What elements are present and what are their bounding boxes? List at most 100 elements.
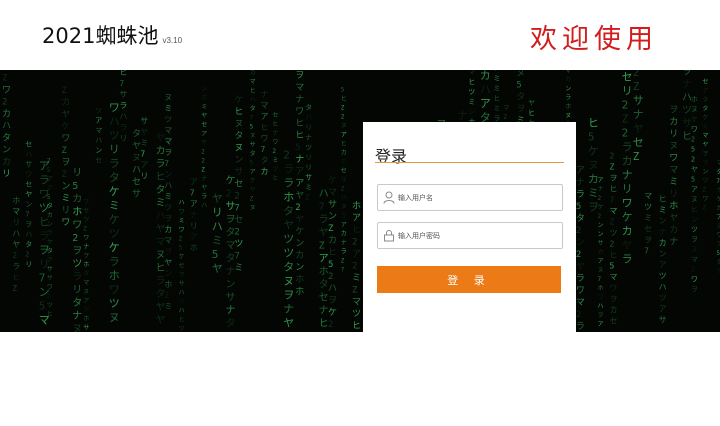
svg-text:5: 5 bbox=[341, 87, 345, 94]
svg-text:ワ: ワ bbox=[2, 86, 11, 96]
svg-text:ホ: ホ bbox=[669, 201, 678, 212]
svg-text:ヌ: ヌ bbox=[72, 324, 82, 332]
svg-text:タ: タ bbox=[702, 104, 708, 112]
svg-text:2: 2 bbox=[633, 70, 640, 79]
svg-text:ア: ア bbox=[95, 116, 102, 124]
svg-text:ワ: ワ bbox=[669, 154, 678, 164]
svg-text:リ: リ bbox=[109, 143, 120, 156]
svg-text:ナ: ナ bbox=[190, 211, 198, 220]
svg-text:マ: マ bbox=[12, 207, 20, 216]
svg-text:ミ: ミ bbox=[669, 178, 678, 188]
svg-text:ヌ: ヌ bbox=[341, 123, 347, 130]
svg-text:ラ: ラ bbox=[283, 162, 294, 175]
svg-text:ケ: ケ bbox=[702, 114, 708, 121]
svg-text:サ: サ bbox=[633, 94, 644, 107]
svg-text:2: 2 bbox=[164, 291, 169, 300]
svg-text:5: 5 bbox=[716, 250, 720, 257]
matrix-banner: ヌZワ2カハタンカリホマリハヤ2ラヒZセハサワセヤン7ヲハタ2リアラワツヒラヲリ… bbox=[0, 70, 720, 332]
svg-text:マ: マ bbox=[164, 126, 172, 135]
svg-text:ナ: ナ bbox=[622, 169, 633, 182]
svg-text:セ: セ bbox=[25, 181, 32, 189]
svg-text:2: 2 bbox=[272, 148, 276, 155]
svg-text:カ: カ bbox=[328, 235, 337, 246]
svg-text:7: 7 bbox=[716, 178, 720, 185]
svg-text:セ: セ bbox=[95, 156, 102, 164]
svg-text:ワ: ワ bbox=[109, 283, 120, 296]
svg-text:ホ: ホ bbox=[83, 316, 89, 323]
user-icon bbox=[383, 191, 395, 204]
svg-text:ヲ: ヲ bbox=[644, 235, 652, 244]
svg-text:ミ: ミ bbox=[140, 138, 148, 147]
svg-text:ラ: ラ bbox=[622, 253, 633, 266]
svg-text:ホ: ホ bbox=[164, 280, 172, 289]
svg-text:マ: マ bbox=[164, 137, 172, 146]
svg-text:ヲ: ヲ bbox=[516, 105, 525, 115]
svg-text:2: 2 bbox=[576, 226, 581, 236]
svg-text:ヒ: ヒ bbox=[12, 273, 20, 282]
svg-text:ヒ: ヒ bbox=[493, 94, 500, 102]
svg-text:ヒ: ヒ bbox=[691, 205, 698, 213]
header: 2021蜘蛛池 v3.10 欢迎使用 bbox=[0, 0, 720, 70]
svg-text:ヒ: ヒ bbox=[328, 247, 337, 258]
svg-text:ヤ: ヤ bbox=[201, 140, 207, 147]
svg-text:ヌ: ヌ bbox=[565, 113, 571, 120]
password-input[interactable] bbox=[398, 223, 558, 248]
svg-text:ホ: ホ bbox=[12, 196, 20, 205]
svg-text:ア: ア bbox=[47, 257, 53, 264]
svg-text:ヤ: ヤ bbox=[201, 113, 207, 120]
svg-text:ハ: ハ bbox=[212, 220, 223, 233]
username-field[interactable] bbox=[377, 184, 563, 211]
svg-text:マ: マ bbox=[702, 132, 708, 139]
svg-text:ヲ: ヲ bbox=[328, 296, 337, 306]
svg-text:タ: タ bbox=[25, 240, 32, 249]
login-button[interactable]: 登 录 bbox=[377, 266, 561, 293]
svg-text:ホ: ホ bbox=[109, 269, 120, 282]
svg-text:リ: リ bbox=[2, 170, 11, 180]
svg-text:ラ: ラ bbox=[201, 194, 207, 201]
svg-text:リ: リ bbox=[305, 164, 312, 172]
svg-text:ヒ: ヒ bbox=[610, 184, 618, 193]
svg-text:カ: カ bbox=[598, 249, 604, 256]
svg-text:ツ: ツ bbox=[644, 202, 652, 211]
svg-text:2: 2 bbox=[598, 195, 602, 202]
password-field[interactable] bbox=[377, 222, 563, 249]
svg-text:5: 5 bbox=[691, 145, 695, 153]
app-title: 2021蜘蛛池 bbox=[42, 24, 159, 48]
svg-text:ア: ア bbox=[190, 200, 198, 209]
svg-text:ヒ: ヒ bbox=[272, 121, 278, 128]
svg-text:リ: リ bbox=[61, 206, 70, 216]
svg-text:ン: ン bbox=[659, 217, 667, 226]
username-input[interactable] bbox=[398, 185, 558, 210]
svg-text:ワ: ワ bbox=[25, 171, 32, 179]
svg-text:ホ: ホ bbox=[691, 95, 698, 103]
svg-text:ン: ン bbox=[295, 239, 304, 249]
svg-text:タ: タ bbox=[576, 213, 585, 224]
svg-text:リ: リ bbox=[669, 130, 678, 140]
svg-text:ン: ン bbox=[164, 170, 172, 179]
svg-text:5: 5 bbox=[47, 194, 51, 201]
svg-text:ア: ア bbox=[295, 167, 304, 177]
svg-text:ミ: ミ bbox=[659, 206, 667, 215]
svg-text:ツ: ツ bbox=[352, 310, 361, 320]
svg-text:ハ: ハ bbox=[164, 181, 172, 190]
svg-text:ツ: ツ bbox=[109, 297, 120, 310]
svg-text:ミ: ミ bbox=[212, 234, 223, 247]
svg-text:リ: リ bbox=[305, 124, 312, 132]
svg-text:カ: カ bbox=[341, 150, 347, 157]
svg-text:ヌ: ヌ bbox=[341, 204, 347, 211]
svg-text:ケ: ケ bbox=[295, 226, 304, 237]
svg-text:サ: サ bbox=[47, 275, 53, 282]
svg-text:7: 7 bbox=[598, 276, 602, 283]
svg-text:ハ: ハ bbox=[12, 229, 20, 238]
svg-text:ミ: ミ bbox=[201, 104, 207, 111]
svg-text:リ: リ bbox=[140, 171, 148, 180]
svg-text:5: 5 bbox=[576, 202, 581, 212]
svg-text:ツ: ツ bbox=[283, 246, 294, 259]
svg-text:ヲ: ヲ bbox=[61, 158, 70, 168]
svg-text:タ: タ bbox=[47, 247, 53, 255]
svg-text:2: 2 bbox=[201, 149, 205, 156]
svg-text:7: 7 bbox=[234, 252, 239, 262]
svg-text:7: 7 bbox=[234, 204, 239, 214]
svg-text:マ: マ bbox=[261, 101, 269, 110]
svg-text:ヤ: ヤ bbox=[622, 239, 633, 252]
